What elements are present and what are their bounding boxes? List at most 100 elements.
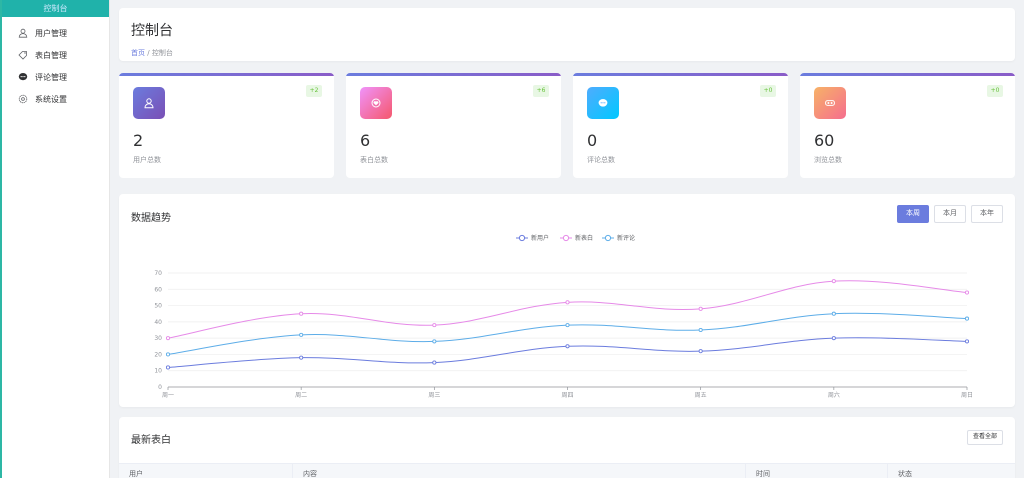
gear-icon [18,94,28,104]
heart-icon [360,87,392,119]
stat-card-confessions: +6 6 表白总数 [346,73,561,178]
stat-card-accent [800,73,1015,76]
y-tick-label: 10 [154,368,162,375]
recent-confessions-card: 最新表白 查看全部 用户 内容 时间 状态 [119,417,1015,478]
breadcrumb-home-link[interactable]: 首页 [131,49,145,57]
stat-value: 60 [814,131,835,150]
sidebar-item-settings[interactable]: 系统设置 [2,88,109,110]
column-header-content[interactable]: 内容 [293,464,746,478]
sidebar-item-label: 用户管理 [35,28,67,38]
y-tick-label: 30 [154,335,162,342]
sidebar-item-label: 表白管理 [35,50,67,60]
sidebar-item-confessions[interactable]: 表白管理 [2,44,109,66]
y-tick-label: 40 [154,319,162,326]
stat-change-badge: +2 [306,85,322,97]
legend-marker [604,234,612,242]
chart-title: 数据趋势 [131,213,171,224]
data-point [565,300,570,305]
stat-value: 0 [587,131,598,150]
stat-label: 用户总数 [133,156,161,164]
data-point [831,279,836,284]
breadcrumb: 首页 / 控制台 [131,48,1003,58]
legend-label: 新用户 [531,234,549,242]
data-point [831,311,836,316]
breadcrumb-current: 控制台 [151,49,173,57]
y-tick-label: 20 [154,351,162,358]
data-point [165,365,171,370]
eye-icon [814,87,846,119]
legend-label: 新表白 [575,234,593,242]
data-point [299,311,304,316]
y-tick-label: 60 [154,286,162,293]
user-icon [133,87,165,119]
trend-chart: 0 10 20 30 40 50 60 70 周一 周二 周三 周四 周五 周六 周日 新用户 新表白 新评论 [154,234,973,399]
data-point [964,316,970,321]
legend-marker [518,234,526,242]
tab-this-year[interactable]: 本年 [971,205,1003,223]
x-tick-label: 周四 [561,392,573,399]
stat-card-accent [119,73,334,76]
stats-row: +2 2 用户总数 +6 6 表白总数 +0 0 评论总数 +0 60 浏览总数 [119,73,1015,178]
sidebar-item-comments[interactable]: 评论管理 [2,66,109,88]
stat-card-accent [573,73,788,76]
x-tick-label: 周日 [961,392,973,399]
stat-card-views: +0 60 浏览总数 [800,73,1015,178]
data-point [831,336,836,341]
data-point [432,360,437,365]
page-header: 控制台 首页 / 控制台 [119,8,1015,61]
tab-this-month[interactable]: 本月 [934,205,966,223]
stat-value: 2 [133,131,144,150]
data-point [698,327,703,333]
stat-label: 表白总数 [360,156,388,164]
legend-marker [562,234,570,242]
stat-change-badge: +6 [533,85,549,97]
stat-card-comments: +0 0 评论总数 [573,73,788,178]
data-point [698,349,703,354]
table-header: 用户 内容 时间 状态 [119,463,1015,478]
data-point [432,339,437,344]
view-all-button[interactable]: 查看全部 [966,430,1003,445]
data-point [964,290,970,295]
heart-tag-icon [18,50,28,60]
stat-card-accent [346,73,561,76]
series-line [167,337,968,368]
y-tick-label: 70 [154,270,162,277]
data-point [432,323,437,328]
x-tick-label: 周二 [295,392,307,399]
section-title: 最新表白 [131,435,171,446]
data-point [565,344,570,349]
data-point [964,339,970,344]
column-header-user[interactable]: 用户 [119,464,293,478]
sidebar-item-users[interactable]: 用户管理 [2,22,109,44]
stat-card-users: +2 2 用户总数 [119,73,334,178]
stat-change-badge: +0 [760,85,776,97]
x-tick-label: 周六 [828,391,840,399]
x-tick-label: 周五 [695,392,707,399]
column-header-status[interactable]: 状态 [888,464,1015,478]
comment-icon [587,87,619,119]
chart-period-tabs: 本周 本月 本年 [897,205,1003,223]
y-tick-label: 50 [154,303,162,310]
data-point [299,355,304,360]
page-title: 控制台 [131,23,173,39]
data-point [165,352,171,357]
data-point [698,306,703,311]
sidebar-item-label: 评论管理 [35,72,67,82]
column-header-time[interactable]: 时间 [746,464,888,478]
data-point [299,332,304,337]
main-content: 控制台 首页 / 控制台 +2 2 用户总数 +6 6 表白总数 +0 0 评论… [119,8,1015,478]
stat-change-badge: +0 [987,85,1003,97]
x-tick-label: 周三 [428,392,440,399]
data-point [165,336,171,341]
user-icon [18,28,28,38]
trend-chart-card: 0 10 20 30 40 50 60 70 周一 周二 周三 周四 周五 周六 周日 新用户 新表白 新评论 数… [119,194,1015,407]
tab-this-week[interactable]: 本周 [897,205,929,223]
sidebar-item-label: 系统设置 [35,94,67,104]
data-point [565,323,570,328]
x-tick-label: 周一 [162,392,174,399]
legend-label: 新评论 [617,234,635,242]
sidebar-item-dashboard[interactable]: 控制台 [2,0,109,17]
comment-icon [18,72,28,82]
sidebar: 控制台 用户管理 表白管理 评论管理 系统设置 [0,0,110,478]
stat-value: 6 [360,131,371,150]
